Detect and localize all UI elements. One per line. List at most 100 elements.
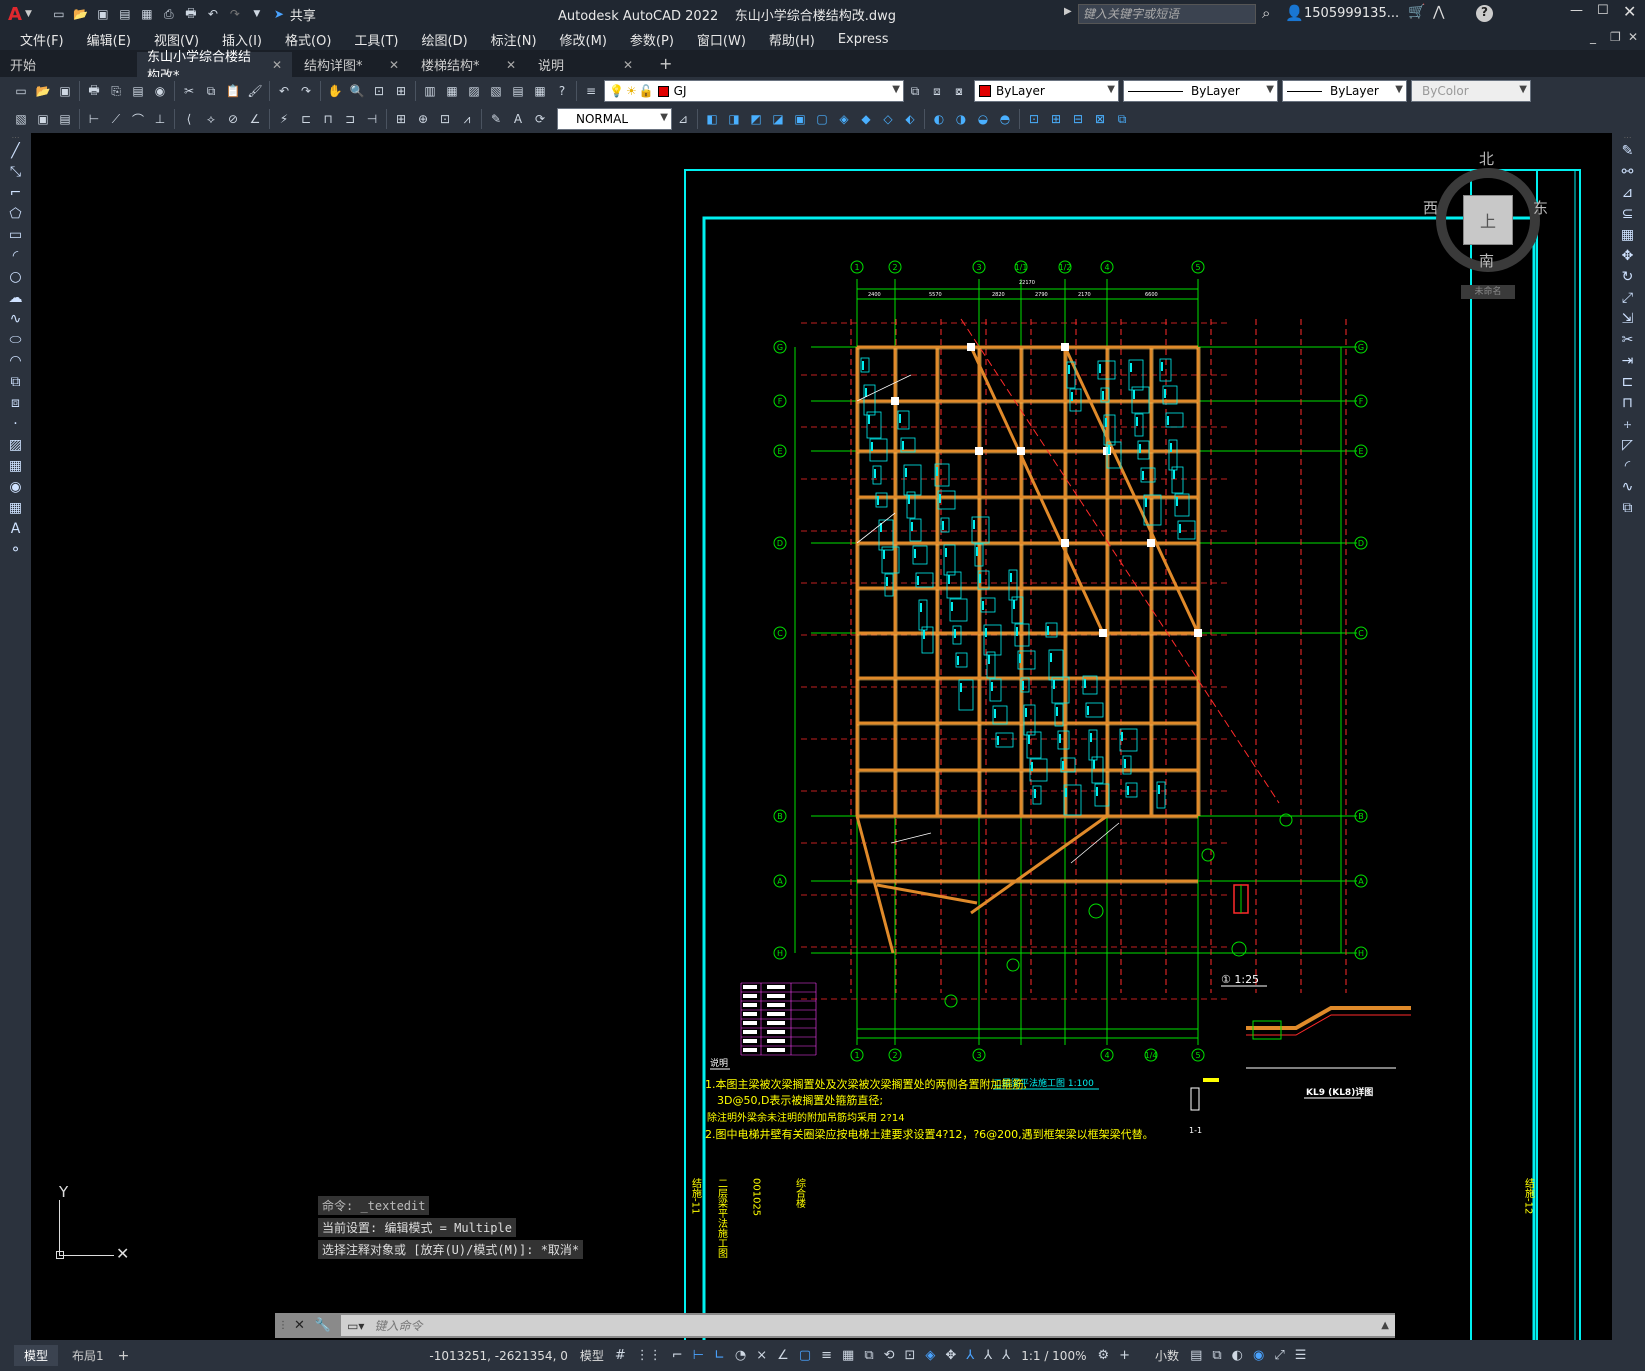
dim-edit-icon[interactable]: ✎: [487, 110, 505, 128]
dim-arc-icon[interactable]: ⌒: [129, 110, 147, 128]
clean-screen-icon[interactable]: ⤢: [1274, 1348, 1284, 1363]
cmd-recent-icon[interactable]: ▲: [1381, 1320, 1389, 1331]
file-tab[interactable]: 东山小学综合楼结构改* ✕: [137, 50, 292, 84]
minimize-icon[interactable]: —: [1570, 3, 1583, 18]
line-icon[interactable]: ╱: [3, 141, 28, 161]
polar-icon[interactable]: ◔: [735, 1348, 746, 1363]
isolate-objects-icon[interactable]: ◐: [1232, 1348, 1243, 1363]
annotation-scale-value[interactable]: 1:1 / 100%: [1021, 1349, 1086, 1363]
spline-icon[interactable]: ∿: [3, 309, 28, 329]
gizmo-icon[interactable]: ✥: [945, 1348, 956, 1363]
view-sw-icon[interactable]: ◈: [835, 110, 853, 128]
menu-item[interactable]: 文件(F): [20, 30, 64, 49]
drawing-canvas[interactable]: 2400 5570 2820 2790 2170 6600 22170 1 2 3 1/1 1/2 4 5…: [31, 133, 1612, 1340]
menu-item[interactable]: 参数(P): [630, 30, 674, 49]
region-icon[interactable]: ◉: [3, 477, 28, 497]
matchprop-icon[interactable]: 🖌: [246, 82, 264, 100]
viewcube[interactable]: 上 北 南 西 东 未命名: [1423, 150, 1549, 299]
app-menu-chevron-icon[interactable]: ▼: [25, 9, 32, 19]
layout-tab-model[interactable]: 模型: [14, 1345, 59, 1366]
save-icon[interactable]: ▣: [56, 82, 74, 100]
rectangle-icon[interactable]: ▭: [3, 225, 28, 245]
qa-web-icon[interactable]: ▦: [138, 5, 156, 23]
blend-icon[interactable]: ∿: [1615, 477, 1640, 497]
ucs-world-icon[interactable]: ⊞: [1047, 110, 1065, 128]
polyline-icon[interactable]: ⌐: [3, 183, 28, 203]
hatch-edit-icon[interactable]: ▧: [12, 110, 30, 128]
material-icon[interactable]: ◓: [996, 110, 1014, 128]
lock-ui-icon[interactable]: ⧉: [1212, 1348, 1221, 1363]
redo-icon[interactable]: ↷: [297, 82, 315, 100]
break-icon[interactable]: ⊓: [1615, 393, 1640, 413]
add-layout-icon[interactable]: +: [118, 1348, 130, 1364]
layer-dropdown[interactable]: 💡 ☀ 🔓 GJ ▼: [604, 80, 904, 102]
doc-close-icon[interactable]: ✕: [1628, 30, 1638, 44]
osnap-tracking-icon[interactable]: ∠: [777, 1348, 789, 1363]
doc-restore-icon[interactable]: ❐: [1610, 30, 1621, 44]
dim-space-icon[interactable]: ⊐: [341, 110, 359, 128]
viewcube-north-label[interactable]: 北: [1479, 148, 1494, 169]
user-icon[interactable]: 👤: [1285, 4, 1304, 22]
layer-iso-icon[interactable]: ⧇: [950, 82, 968, 100]
new-icon[interactable]: ▭: [12, 82, 30, 100]
view-back-icon[interactable]: ◨: [725, 110, 743, 128]
scale-icon[interactable]: ⤢: [1615, 288, 1640, 308]
qa-open-icon[interactable]: 📂: [72, 5, 90, 23]
file-tab[interactable]: 说明 ✕: [528, 52, 643, 77]
selection-cycling-icon[interactable]: ⧉: [864, 1348, 873, 1363]
osnap-icon[interactable]: ▢: [799, 1348, 811, 1363]
tolerance-icon[interactable]: ⊞: [392, 110, 410, 128]
user-name[interactable]: 1505999135...: [1304, 6, 1399, 21]
revcloud-icon[interactable]: ☁: [3, 288, 28, 308]
quick-dim-icon[interactable]: ⚡: [275, 110, 293, 128]
view-nw-icon[interactable]: ⬖: [901, 110, 919, 128]
center-mark-icon[interactable]: ⊕: [414, 110, 432, 128]
annotation-visibility-icon[interactable]: ⅄: [966, 1348, 974, 1363]
share-button[interactable]: 共享: [290, 5, 316, 24]
qa-plot-icon[interactable]: 🖶: [182, 5, 200, 23]
dimstyle-dropdown[interactable]: NORMAL ▼: [557, 108, 672, 130]
make-block-icon[interactable]: ⧈: [3, 393, 28, 413]
search-expand-icon[interactable]: ▶: [1064, 6, 1072, 17]
qa-new-icon[interactable]: ▭: [50, 5, 68, 23]
close-icon[interactable]: ✕: [1623, 2, 1636, 21]
menu-item[interactable]: Express: [838, 32, 889, 47]
cmd-close-icon[interactable]: ✕: [294, 1318, 305, 1333]
paste-icon[interactable]: 📋: [224, 82, 242, 100]
wcs-menu[interactable]: 未命名: [1461, 285, 1515, 299]
shade-icon[interactable]: ◑: [952, 110, 970, 128]
viewcube-south-label[interactable]: 南: [1479, 250, 1494, 271]
doc-minimize-icon[interactable]: _: [1590, 30, 1596, 44]
dim-radius-icon[interactable]: ⟨: [180, 110, 198, 128]
tab-close-icon[interactable]: ✕: [272, 58, 282, 72]
color-dropdown[interactable]: ByLayer ▼: [974, 80, 1119, 102]
menu-item[interactable]: 工具(T): [354, 30, 398, 49]
ucs-prev-icon[interactable]: ⊟: [1069, 110, 1087, 128]
dim-continue-icon[interactable]: ⊓: [319, 110, 337, 128]
markup-icon[interactable]: ▤: [509, 82, 527, 100]
qa-redo-icon[interactable]: ↷: [226, 5, 244, 23]
linetype-dropdown[interactable]: ByLayer ▼: [1123, 80, 1278, 102]
tab-close-icon[interactable]: ✕: [506, 58, 516, 72]
qa-saveas-icon[interactable]: ▤: [116, 5, 134, 23]
workspace-gear-icon[interactable]: ⚙: [1097, 1348, 1109, 1363]
file-tab[interactable]: 结构详图* ✕: [294, 52, 409, 77]
help-icon-toolbar[interactable]: ?: [553, 82, 571, 100]
ucs-face-icon[interactable]: ⊠: [1091, 110, 1109, 128]
fillet-icon[interactable]: ◜: [1615, 456, 1640, 476]
view-bottom-icon[interactable]: ▢: [813, 110, 831, 128]
rotate-icon[interactable]: ↻: [1615, 267, 1640, 287]
lineweight-icon[interactable]: ≡: [821, 1348, 832, 1363]
snap-icon[interactable]: ⋮⋮: [636, 1348, 662, 1363]
ellipse-icon[interactable]: ⬭: [3, 330, 28, 350]
model-space-button[interactable]: 模型: [580, 1347, 604, 1364]
dim-update-icon[interactable]: ⟳: [531, 110, 549, 128]
transparency-icon[interactable]: ▦: [842, 1348, 854, 1363]
point-icon[interactable]: ·: [3, 414, 28, 434]
qa-undo-icon[interactable]: ↶: [204, 5, 222, 23]
annotation-scale-icon[interactable]: ⅄: [1002, 1348, 1010, 1363]
publish-icon[interactable]: ▤: [129, 82, 147, 100]
mtext-icon[interactable]: A: [3, 519, 28, 539]
add-selected-icon[interactable]: ⚬: [3, 540, 28, 560]
viewcube-top-face[interactable]: 上: [1463, 195, 1513, 245]
